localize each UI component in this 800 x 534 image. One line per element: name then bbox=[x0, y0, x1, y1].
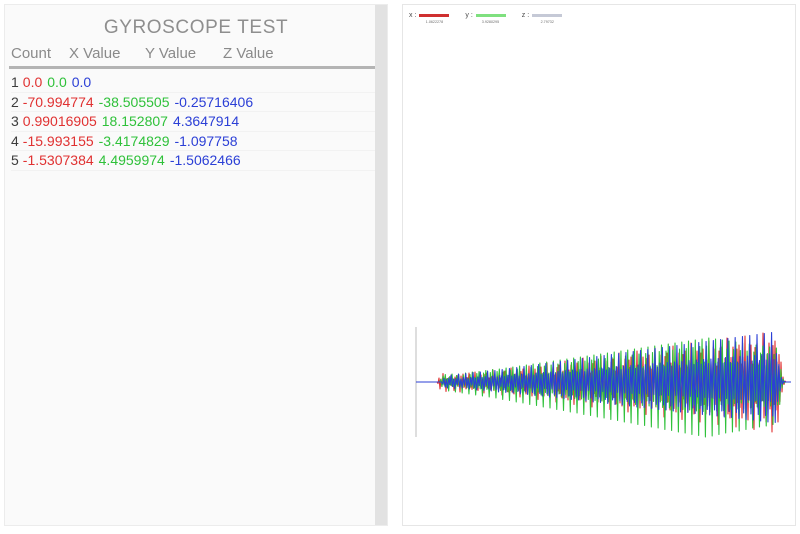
cell-count: 1 bbox=[11, 74, 19, 90]
gyroscope-test-app: GYROSCOPE TEST Count X Value Y Value Z V… bbox=[0, 0, 800, 534]
table-row: 3 0.99016905 18.152807 4.3647914 bbox=[11, 112, 381, 132]
panel-scrollbar[interactable] bbox=[375, 5, 387, 525]
cell-count: 2 bbox=[11, 93, 19, 110]
column-header-y-value: Y Value bbox=[145, 45, 197, 62]
graph-panel: x :1.0622278 y :3.9280295 z :2.79732 bbox=[402, 4, 796, 526]
table-row: 2 -70.994774 -38.505505 -0.25716406 bbox=[11, 93, 381, 112]
cell-y: -3.4174829 bbox=[98, 132, 170, 149]
cell-y: 18.152807 bbox=[101, 113, 168, 129]
cell-x: -1.5307384 bbox=[22, 152, 94, 168]
table-header-row: Count X Value Y Value Z Value bbox=[5, 45, 387, 66]
cell-z: -1.5062466 bbox=[169, 152, 241, 168]
cell-y: 4.4959974 bbox=[98, 152, 165, 168]
cell-x: 0.0 bbox=[22, 74, 43, 90]
waveform-plot bbox=[415, 327, 791, 438]
cell-x: -15.993155 bbox=[22, 132, 94, 149]
cell-count: 5 bbox=[11, 152, 19, 168]
cell-count: 3 bbox=[11, 113, 19, 129]
series-group bbox=[416, 331, 791, 438]
cell-z: -1.097758 bbox=[174, 132, 238, 149]
cell-x: -70.994774 bbox=[22, 93, 94, 110]
cell-z: 0.0 bbox=[71, 74, 92, 90]
page-title: GYROSCOPE TEST bbox=[103, 17, 289, 38]
table-row: 5 -1.5307384 4.4959974 -1.5062466 bbox=[11, 151, 381, 171]
table-row: 4 -15.993155 -3.4174829 -1.097758 bbox=[11, 132, 381, 151]
cell-y: 0.0 bbox=[47, 74, 67, 90]
header-divider bbox=[9, 66, 383, 69]
table-row: 1 0.0 0.0 0.0 bbox=[11, 73, 381, 93]
cell-z: -0.25716406 bbox=[174, 93, 254, 110]
data-panel: GYROSCOPE TEST Count X Value Y Value Z V… bbox=[4, 4, 388, 526]
column-header-count: Count bbox=[11, 45, 52, 62]
cell-count: 4 bbox=[11, 132, 19, 149]
cell-y: -38.505505 bbox=[98, 93, 170, 110]
cell-x: 0.99016905 bbox=[22, 113, 97, 129]
column-header-x-value: X Value bbox=[69, 45, 121, 62]
column-header-z-value: Z Value bbox=[223, 45, 274, 62]
data-rows-container: 1 0.0 0.0 0.0 2 -70.994774 -38.505505 -0.257164… bbox=[5, 73, 387, 171]
cell-z: 4.3647914 bbox=[172, 113, 240, 129]
